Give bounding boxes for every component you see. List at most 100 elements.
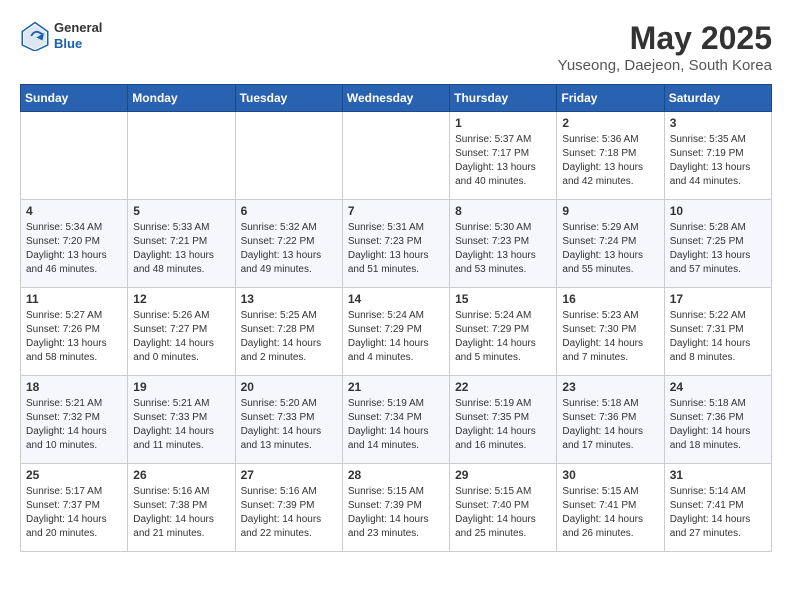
day-number: 29 [455,468,551,482]
month-year-title: May 2025 [558,20,772,57]
day-number: 31 [670,468,766,482]
logo: General Blue [20,20,102,51]
day-info: Sunrise: 5:28 AMSunset: 7:25 PMDaylight:… [670,221,766,277]
logo-blue-text: Blue [54,36,102,52]
calendar-cell: 20 Sunrise: 5:20 AMSunset: 7:33 PMDayligh… [235,376,342,464]
day-number: 26 [133,468,229,482]
calendar-cell: 24 Sunrise: 5:18 AMSunset: 7:36 PMDayligh… [664,376,771,464]
day-info: Sunrise: 5:29 AMSunset: 7:24 PMDaylight:… [562,221,658,277]
calendar-cell: 9 Sunrise: 5:29 AMSunset: 7:24 PMDaylight… [557,200,664,288]
calendar-cell: 29 Sunrise: 5:15 AMSunset: 7:40 PMDayligh… [450,464,557,552]
day-info: Sunrise: 5:27 AMSunset: 7:26 PMDaylight:… [26,309,122,365]
weekday-header-thursday: Thursday [450,85,557,112]
calendar-cell: 12 Sunrise: 5:26 AMSunset: 7:27 PMDayligh… [128,288,235,376]
day-info: Sunrise: 5:20 AMSunset: 7:33 PMDaylight:… [241,397,337,453]
day-info: Sunrise: 5:22 AMSunset: 7:31 PMDaylight:… [670,309,766,365]
day-info: Sunrise: 5:24 AMSunset: 7:29 PMDaylight:… [348,309,444,365]
day-number: 20 [241,380,337,394]
calendar-cell: 25 Sunrise: 5:17 AMSunset: 7:37 PMDayligh… [21,464,128,552]
day-number: 14 [348,292,444,306]
day-number: 13 [241,292,337,306]
day-number: 1 [455,116,551,130]
day-info: Sunrise: 5:16 AMSunset: 7:38 PMDaylight:… [133,485,229,541]
calendar-cell: 16Sunrise: 5:23 AMSunset: 7:30 PMDayligh… [557,288,664,376]
day-info: Sunrise: 5:37 AMSunset: 7:17 PMDaylight:… [455,133,551,189]
title-block: May 2025 Yuseong, Daejeon, South Korea [558,20,772,74]
calendar-cell: 14 Sunrise: 5:24 AMSunset: 7:29 PMDayligh… [342,288,449,376]
calendar-week-row: 18Sunrise: 5:21 AMSunset: 7:32 PMDayligh… [21,376,772,464]
calendar-cell: 4Sunrise: 5:34 AMSunset: 7:20 PMDaylight… [21,200,128,288]
calendar-cell [342,112,449,200]
day-number: 11 [26,292,122,306]
calendar-cell: 21Sunrise: 5:19 AMSunset: 7:34 PMDayligh… [342,376,449,464]
calendar-week-row: 11 Sunrise: 5:27 AMSunset: 7:26 PMDayligh… [21,288,772,376]
day-number: 24 [670,380,766,394]
day-info: Sunrise: 5:19 AMSunset: 7:35 PMDaylight:… [455,397,551,453]
calendar-cell: 23 Sunrise: 5:18 AMSunset: 7:36 PMDayligh… [557,376,664,464]
day-info: Sunrise: 5:18 AMSunset: 7:36 PMDaylight:… [562,397,658,453]
day-number: 12 [133,292,229,306]
day-info: Sunrise: 5:21 AMSunset: 7:32 PMDaylight:… [26,397,122,453]
day-info: Sunrise: 5:14 AMSunset: 7:41 PMDaylight:… [670,485,766,541]
day-number: 3 [670,116,766,130]
calendar-cell: 13 Sunrise: 5:25 AMSunset: 7:28 PMDayligh… [235,288,342,376]
day-number: 23 [562,380,658,394]
day-number: 8 [455,204,551,218]
day-info: Sunrise: 5:17 AMSunset: 7:37 PMDaylight:… [26,485,122,541]
day-info: Sunrise: 5:36 AMSunset: 7:18 PMDaylight:… [562,133,658,189]
day-number: 25 [26,468,122,482]
day-number: 27 [241,468,337,482]
calendar-cell: 7Sunrise: 5:31 AMSunset: 7:23 PMDaylight… [342,200,449,288]
location-subtitle: Yuseong, Daejeon, South Korea [558,57,772,74]
day-info: Sunrise: 5:25 AMSunset: 7:28 PMDaylight:… [241,309,337,365]
calendar-cell: 28 Sunrise: 5:15 AMSunset: 7:39 PMDayligh… [342,464,449,552]
day-number: 5 [133,204,229,218]
day-number: 22 [455,380,551,394]
calendar-cell: 27Sunrise: 5:16 AMSunset: 7:39 PMDayligh… [235,464,342,552]
weekday-header-saturday: Saturday [664,85,771,112]
calendar-cell: 11 Sunrise: 5:27 AMSunset: 7:26 PMDayligh… [21,288,128,376]
calendar-cell: 3Sunrise: 5:35 AMSunset: 7:19 PMDaylight… [664,112,771,200]
day-number: 10 [670,204,766,218]
day-number: 21 [348,380,444,394]
day-info: Sunrise: 5:15 AMSunset: 7:41 PMDaylight:… [562,485,658,541]
calendar-week-row: 1 Sunrise: 5:37 AMSunset: 7:17 PMDaylight… [21,112,772,200]
day-info: Sunrise: 5:15 AMSunset: 7:39 PMDaylight:… [348,485,444,541]
calendar-cell: 10 Sunrise: 5:28 AMSunset: 7:25 PMDayligh… [664,200,771,288]
calendar-cell: 6Sunrise: 5:32 AMSunset: 7:22 PMDaylight… [235,200,342,288]
day-number: 6 [241,204,337,218]
logo-general-text: General [54,20,102,36]
day-number: 9 [562,204,658,218]
calendar-cell: 5Sunrise: 5:33 AMSunset: 7:21 PMDaylight… [128,200,235,288]
page-header: General Blue May 2025 Yuseong, Daejeon, … [20,20,772,74]
weekday-header-monday: Monday [128,85,235,112]
logo-text: General Blue [54,20,102,51]
calendar-cell: 19Sunrise: 5:21 AMSunset: 7:33 PMDayligh… [128,376,235,464]
day-number: 28 [348,468,444,482]
day-info: Sunrise: 5:30 AMSunset: 7:23 PMDaylight:… [455,221,551,277]
day-number: 30 [562,468,658,482]
weekday-header-sunday: Sunday [21,85,128,112]
day-number: 4 [26,204,122,218]
calendar-cell: 1 Sunrise: 5:37 AMSunset: 7:17 PMDaylight… [450,112,557,200]
calendar-week-row: 4Sunrise: 5:34 AMSunset: 7:20 PMDaylight… [21,200,772,288]
day-number: 7 [348,204,444,218]
day-number: 2 [562,116,658,130]
day-number: 16 [562,292,658,306]
day-info: Sunrise: 5:18 AMSunset: 7:36 PMDaylight:… [670,397,766,453]
calendar-header-row: SundayMondayTuesdayWednesdayThursdayFrid… [21,85,772,112]
weekday-header-tuesday: Tuesday [235,85,342,112]
calendar-cell: 30 Sunrise: 5:15 AMSunset: 7:41 PMDayligh… [557,464,664,552]
day-number: 15 [455,292,551,306]
calendar-table: SundayMondayTuesdayWednesdayThursdayFrid… [20,84,772,552]
weekday-header-friday: Friday [557,85,664,112]
calendar-cell: 15Sunrise: 5:24 AMSunset: 7:29 PMDayligh… [450,288,557,376]
calendar-cell: 26 Sunrise: 5:16 AMSunset: 7:38 PMDayligh… [128,464,235,552]
calendar-cell: 17Sunrise: 5:22 AMSunset: 7:31 PMDayligh… [664,288,771,376]
calendar-cell: 2 Sunrise: 5:36 AMSunset: 7:18 PMDaylight… [557,112,664,200]
logo-icon [20,21,50,51]
calendar-cell: 22 Sunrise: 5:19 AMSunset: 7:35 PMDayligh… [450,376,557,464]
calendar-cell: 18Sunrise: 5:21 AMSunset: 7:32 PMDayligh… [21,376,128,464]
day-info: Sunrise: 5:26 AMSunset: 7:27 PMDaylight:… [133,309,229,365]
day-info: Sunrise: 5:15 AMSunset: 7:40 PMDaylight:… [455,485,551,541]
